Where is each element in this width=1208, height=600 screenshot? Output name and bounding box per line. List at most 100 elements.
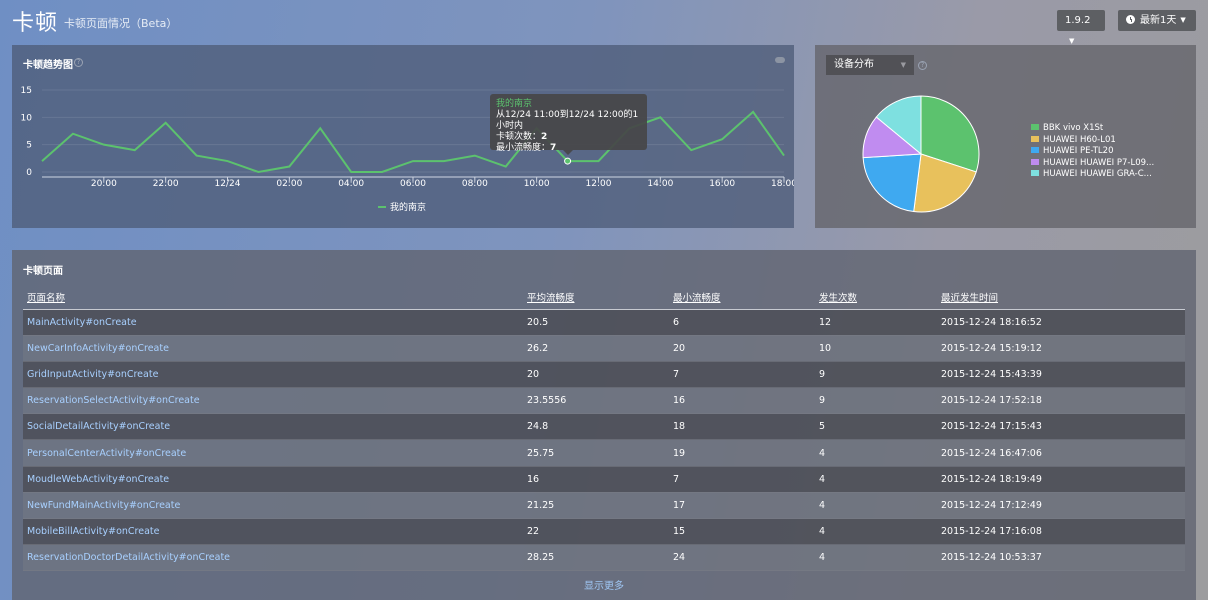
page-subtitle: 卡顿页面情况（Beta） (64, 17, 178, 30)
table-row[interactable]: ReservationSelectActivity#onCreate 23.555… (23, 387, 1185, 415)
highlighted-point (564, 157, 572, 165)
table-cell: 28.25 (523, 544, 669, 572)
x-tick-label: 18:00 (771, 179, 794, 189)
legend-swatch (1031, 124, 1039, 130)
table-cell: 2015-12-24 16:47:06 (937, 439, 1185, 467)
chart-tooltip: 我的南京 从12/24 11:00到12/24 12:00的1小时内 卡顿次数：… (490, 94, 647, 155)
table-cell: 9 (815, 361, 937, 389)
table-cell: 2015-12-24 18:16:52 (937, 309, 1185, 336)
table-row[interactable]: PersonalCenterActivity#onCreate 25.75 19 4 2… (23, 439, 1185, 467)
tooltip-fluency-label: 最小流畅度： (496, 143, 551, 153)
table-cell: 7 (669, 466, 815, 493)
column-header[interactable]: 发生次数 (815, 286, 937, 310)
table-cell: 9 (815, 387, 937, 415)
time-range-label: 最新1天 (1140, 15, 1177, 26)
version-dropdown[interactable]: 1.9.2▼ (1057, 10, 1105, 45)
x-tick-label: 04:00 (338, 179, 364, 189)
table-cell: 20.5 (523, 309, 669, 336)
legend-label: 我的南京 (390, 201, 426, 213)
tooltip-count-value: 2 (541, 132, 548, 142)
page-name-link[interactable]: NewFundMainActivity#onCreate (23, 492, 523, 520)
page-name-link[interactable]: NewCarInfoActivity#onCreate (23, 335, 523, 362)
time-range-dropdown[interactable]: 最新1天 ▼ (1118, 10, 1196, 31)
show-more-link[interactable]: 显示更多 (12, 577, 1196, 592)
x-tick-label: 08:00 (462, 179, 488, 189)
series-line (41, 110, 785, 174)
table-cell: 12 (815, 309, 937, 336)
y-tick-label: 10 (21, 113, 33, 123)
table-cell: 4 (815, 544, 937, 572)
legend-swatch (1031, 135, 1039, 142)
column-header[interactable]: 页面名称 (23, 286, 523, 310)
table-row[interactable]: NewFundMainActivity#onCreate 21.25 17 4 2015… (23, 492, 1185, 520)
legend-label: BBK vivo X1St (1043, 123, 1104, 133)
table-row[interactable]: NewCarInfoActivity#onCreate 26.2 20 10 2015-… (23, 335, 1185, 362)
legend-item[interactable]: HUAWEI HUAWEI GRA-C... (1031, 169, 1154, 181)
table-cell: 4 (815, 518, 937, 546)
tooltip-count-label: 卡顿次数： (496, 132, 542, 142)
table-header-row: 页面名称 平均流畅度 最小流畅度 发生次数 最近发生时间 (23, 286, 1185, 310)
table-cell: 23.5556 (523, 387, 669, 415)
table-cell: 24 (669, 544, 815, 572)
table-cell: 20 (669, 335, 815, 362)
table-cell: 16 (523, 466, 669, 493)
page-header: 卡顿 卡顿页面情况（Beta） 1.9.2▼ 最新1天 ▼ (0, 0, 1208, 45)
table-cell: 19 (669, 439, 815, 467)
x-tick-label: 12:00 (586, 179, 612, 189)
y-tick-label: 0 (26, 168, 32, 178)
legend-swatch (1031, 158, 1039, 165)
table-row[interactable]: MobileBillActivity#onCreate 22 15 4 2015-12-… (23, 518, 1185, 546)
legend-label: HUAWEI HUAWEI GRA-C... (1043, 169, 1152, 179)
table-panel: 卡顿页面 页面名称 平均流畅度 最小流畅度 发生次数 最近发生时间 MainAc… (12, 250, 1196, 600)
legend-item[interactable]: HUAWEI HUAWEI P7-L09... (1031, 158, 1154, 170)
page-name-link[interactable]: MoudleWebActivity#onCreate (23, 466, 523, 493)
legend-item[interactable]: HUAWEI PE-TL20 (1031, 146, 1154, 158)
column-header[interactable]: 平均流畅度 (523, 286, 669, 310)
table-row[interactable]: GridInputActivity#onCreate 20 7 9 2015-12-24… (23, 361, 1185, 389)
table-cell: 2015-12-24 10:53:37 (937, 544, 1185, 572)
x-tick-label: 06:00 (400, 179, 426, 189)
y-tick-label: 5 (26, 141, 32, 151)
table-row[interactable]: MainActivity#onCreate 20.5 6 12 2015-12-24 1… (23, 309, 1185, 336)
column-header[interactable]: 最近发生时间 (937, 286, 1185, 310)
chevron-down-icon: ▼ (1180, 16, 1186, 24)
device-panel: 设备分布 ▼ ? BBK vivo X1St HUAWEI H60-L01 HUAWE… (815, 45, 1196, 228)
legend-swatch (1031, 170, 1039, 176)
table-cell: 6 (669, 309, 815, 336)
table-cell: 22 (523, 518, 669, 546)
legend-label: HUAWEI PE-TL20 (1043, 146, 1114, 156)
page-name-link[interactable]: MainActivity#onCreate (23, 309, 523, 336)
page-name-link[interactable]: SocialDetailActivity#onCreate (23, 413, 523, 441)
table-cell: 20 (523, 361, 669, 389)
page-name-link[interactable]: PersonalCenterActivity#onCreate (23, 439, 523, 467)
tooltip-fluency-value: 7 (550, 143, 557, 153)
table-cell: 15 (669, 518, 815, 546)
stutter-table: 页面名称 平均流畅度 最小流畅度 发生次数 最近发生时间 MainActivit… (23, 286, 1185, 572)
page-name-link[interactable]: ReservationSelectActivity#onCreate (23, 387, 523, 415)
page-title: 卡顿 (12, 11, 59, 36)
table-row[interactable]: SocialDetailActivity#onCreate 24.8 18 5 2015… (23, 413, 1185, 441)
table-cell: 2015-12-24 18:19:49 (937, 466, 1185, 493)
column-header[interactable]: 最小流畅度 (669, 286, 815, 310)
x-tick-label: 02:00 (276, 179, 302, 189)
legend-item[interactable]: BBK vivo X1St (1031, 123, 1154, 135)
table-row[interactable]: MoudleWebActivity#onCreate 16 7 4 2015-12-24… (23, 466, 1185, 493)
table-cell: 2015-12-24 17:16:08 (937, 518, 1185, 546)
page-name-link[interactable]: ReservationDoctorDetailActivity#onCreate (23, 544, 523, 572)
table-cell: 7 (669, 361, 815, 389)
legend-item[interactable]: HUAWEI H60-L01 (1031, 135, 1154, 147)
page-name-link[interactable]: MobileBillActivity#onCreate (23, 518, 523, 546)
x-tick-label: 22:00 (153, 179, 179, 189)
table-cell: 2015-12-24 17:15:43 (937, 413, 1185, 441)
tooltip-arrow (563, 150, 573, 155)
page-name-link[interactable]: GridInputActivity#onCreate (23, 361, 523, 389)
table-cell: 2015-12-24 15:43:39 (937, 361, 1185, 389)
table-row[interactable]: ReservationDoctorDetailActivity#onCreate… (23, 544, 1185, 572)
trend-chart: 0 5 10 15 20:00 22:00 12/24 02:00 04:00 06:00 08:0… (21, 86, 794, 213)
trend-panel: 卡顿趋势图 ? 0 5 10 15 20:00 22:00 12/24 02:00 04:00 0… (12, 45, 794, 228)
table-cell: 10 (815, 335, 937, 362)
table-cell: 4 (815, 492, 937, 520)
tooltip-range: 从12/24 11:00到12/24 12:00的1小时内 (496, 110, 639, 131)
tooltip-series: 我的南京 (496, 99, 533, 109)
x-tick-label: 10:00 (524, 179, 550, 189)
